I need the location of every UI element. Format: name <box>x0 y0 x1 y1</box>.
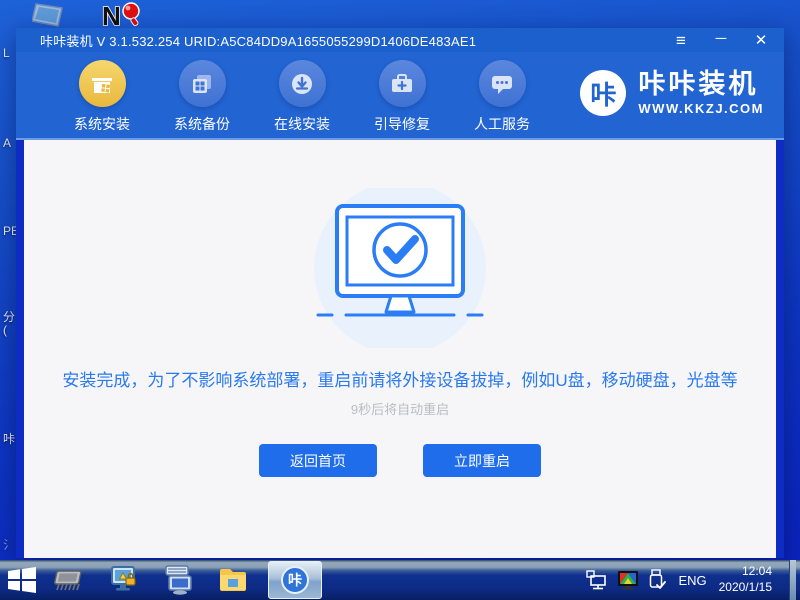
taskbar-input-tool-icon[interactable] <box>159 560 199 600</box>
brand-logo-icon: 咔 <box>580 70 626 116</box>
boot-repair-icon <box>379 60 426 107</box>
system-tray: ENG 12:04 2020/1/15 <box>586 560 800 600</box>
brand-site: WWW.KKZJ.COM <box>638 101 764 116</box>
tab-label: 引导修复 <box>374 114 430 134</box>
tab-label: 人工服务 <box>474 114 530 134</box>
brand-logo: 咔 咔咔装机 WWW.KKZJ.COM <box>580 60 764 116</box>
language-indicator[interactable]: ENG <box>678 573 706 588</box>
install-complete-illustration <box>290 188 510 348</box>
window-title: 咔咔装机 V 3.1.532.254 URID:A5C84DD9A1655055… <box>40 31 476 50</box>
brand-name: 咔咔装机 <box>638 71 764 98</box>
display-color-tray-icon[interactable] <box>617 570 639 590</box>
menu-icon[interactable]: ≡ <box>672 32 690 49</box>
windows-logo-icon <box>7 566 37 594</box>
desktop-label-fragment: A <box>3 136 11 150</box>
titlebar[interactable]: 咔咔装机 V 3.1.532.254 URID:A5C84DD9A1655055… <box>16 28 784 52</box>
tab-label: 系统备份 <box>174 114 230 134</box>
desktop-pc-icon[interactable] <box>32 2 66 27</box>
tab-system-backup[interactable]: 系统备份 <box>152 60 252 134</box>
start-button[interactable] <box>0 560 44 600</box>
restart-now-button[interactable]: 立即重启 <box>423 444 541 477</box>
tab-manual-service[interactable]: 人工服务 <box>452 60 552 134</box>
nav-bar: 系统安装 系统备份 在线安装 <box>16 52 784 140</box>
auto-restart-countdown: 9秒后将自动重启 <box>351 399 449 418</box>
desktop-label-fragment: ( <box>3 323 7 337</box>
tab-online-install[interactable]: 在线安装 <box>252 60 352 134</box>
system-backup-icon <box>179 60 226 107</box>
system-install-icon <box>79 60 126 107</box>
main-content: 安装完成，为了不影响系统部署，重启前请将外接设备拔掉，例如U盘，移动硬盘，光盘等… <box>16 140 784 558</box>
close-icon[interactable]: ✕ <box>752 33 770 48</box>
desktop-label-fragment: L <box>3 46 10 60</box>
network-tray-icon[interactable] <box>586 570 608 590</box>
desktop-n-app-icon[interactable]: N <box>100 1 144 28</box>
install-complete-message: 安装完成，为了不影响系统部署，重启前请将外接设备拔掉，例如U盘，移动硬盘，光盘等 <box>52 366 747 391</box>
manual-service-icon <box>479 60 526 107</box>
tab-system-install[interactable]: 系统安装 <box>52 60 152 134</box>
taskbar-memory-chip-icon[interactable] <box>51 560 91 600</box>
kaka-installer-window: 咔咔装机 V 3.1.532.254 URID:A5C84DD9A1655055… <box>16 28 784 558</box>
taskbar-file-explorer-icon[interactable] <box>213 560 253 600</box>
tab-boot-repair[interactable]: 引导修复 <box>352 60 452 134</box>
clock[interactable]: 12:04 2020/1/15 <box>719 564 780 595</box>
kaka-app-icon: 咔 <box>281 566 309 594</box>
online-install-icon <box>279 60 326 107</box>
show-desktop-button[interactable] <box>789 560 796 600</box>
taskbar-kaka-app-button[interactable]: 咔 <box>268 561 322 599</box>
tab-label: 在线安装 <box>274 114 330 134</box>
usb-safely-remove-icon[interactable] <box>648 569 666 591</box>
desktop-label-fragment: 咔 <box>3 430 15 447</box>
clock-time: 12:04 <box>719 564 772 580</box>
taskbar: 咔 ENG 12:04 2020/1/15 <box>0 560 800 600</box>
tab-label: 系统安装 <box>74 114 130 134</box>
desktop-label-fragment: 氵 <box>3 536 15 553</box>
return-home-button[interactable]: 返回首页 <box>259 444 377 477</box>
minimize-icon[interactable]: ─ <box>712 31 730 46</box>
svg-text:N: N <box>102 1 121 28</box>
taskbar-disk-tool-icon[interactable] <box>105 560 145 600</box>
clock-date: 2020/1/15 <box>719 580 772 596</box>
